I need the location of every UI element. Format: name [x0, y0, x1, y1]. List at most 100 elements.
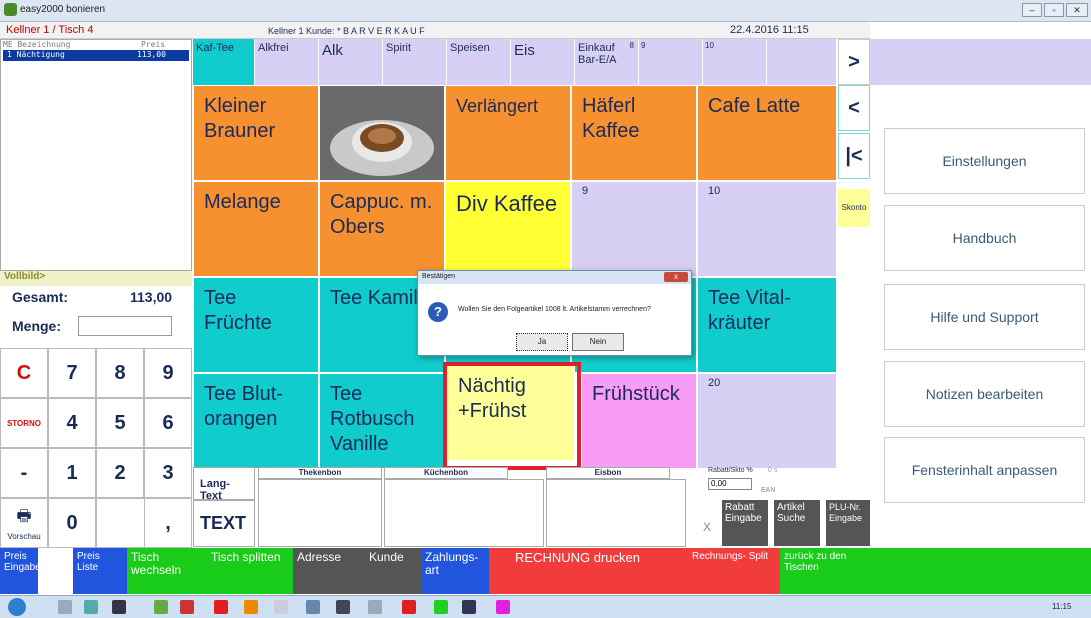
tile-tee-vitalkraeuter[interactable]: Tee Vital- kräuter: [697, 277, 837, 373]
minus-key[interactable]: -: [0, 448, 48, 498]
key-4[interactable]: 4: [48, 398, 96, 448]
tab-alkfrei[interactable]: Alkfrei: [255, 39, 319, 85]
zurueck-tischen-button[interactable]: zurück zu den Tischen: [780, 548, 870, 594]
artikel-suche-button[interactable]: Artikel Suche: [774, 500, 820, 546]
kunde-button[interactable]: Kunde: [365, 548, 421, 594]
maximize-icon[interactable]: ▫: [1044, 3, 1064, 17]
einstellungen-button[interactable]: Einstellungen: [884, 128, 1085, 194]
tile-10[interactable]: 10: [697, 181, 837, 277]
zahlungsart-button[interactable]: Zahlungs- art: [421, 548, 489, 594]
key-3[interactable]: 3: [144, 448, 192, 498]
app-icon-6[interactable]: [368, 600, 382, 614]
preis-eingabe-button[interactable]: Preis Eingabe: [0, 548, 41, 594]
tile-melange[interactable]: Melange: [193, 181, 319, 277]
key-0[interactable]: 0: [48, 498, 96, 548]
prev-page-button[interactable]: <: [838, 85, 870, 131]
handbuch-button[interactable]: Handbuch: [884, 205, 1085, 271]
app-icon-red[interactable]: [214, 600, 228, 614]
rabatt-input[interactable]: 0,00: [708, 478, 752, 490]
eisbon-box[interactable]: [546, 479, 686, 547]
dialog-close-icon[interactable]: x: [664, 272, 688, 282]
tab-blank[interactable]: [767, 39, 837, 85]
adresse-button[interactable]: Adresse: [293, 548, 365, 594]
key-7[interactable]: 7: [48, 348, 96, 398]
tile-cappuccino[interactable]: Cappuc. m. Obers: [319, 181, 445, 277]
tab-kaf-tee[interactable]: Kaf-Tee: [193, 39, 255, 85]
app-icon-5[interactable]: [336, 600, 350, 614]
tile-tee-fruechte[interactable]: Tee Früchte: [193, 277, 319, 373]
order-list[interactable]: ME Bezeichnung Preis 1 Nächtigung 113,00: [0, 39, 192, 271]
tab-spirit[interactable]: Spirit: [383, 39, 447, 85]
tile-20[interactable]: 20: [697, 373, 837, 469]
tile-tee-rotbusch[interactable]: Tee Rotbusch Vanille: [319, 373, 445, 469]
app-icon-4[interactable]: [306, 600, 320, 614]
tile-cafe-latte[interactable]: Cafe Latte: [697, 85, 837, 181]
key-5[interactable]: 5: [96, 398, 144, 448]
minimize-icon[interactable]: –: [1022, 3, 1042, 17]
hilfe-support-button[interactable]: Hilfe und Support: [884, 284, 1085, 350]
tisch-wechseln-button[interactable]: Tisch wechseln: [127, 548, 207, 594]
list-item[interactable]: 1 Nächtigung 113,00: [3, 50, 189, 61]
app-icon-red-2[interactable]: [402, 600, 416, 614]
thekenbon-box[interactable]: [258, 479, 382, 547]
tile-div-kaffee[interactable]: Div Kaffee: [445, 181, 571, 277]
dialog-ja-button[interactable]: Ja: [516, 333, 568, 351]
tile-coffee-image[interactable]: [319, 85, 445, 181]
lang-text-button[interactable]: Lang-Text: [193, 467, 255, 502]
app-icon-3[interactable]: [274, 600, 288, 614]
app-icon-7[interactable]: [462, 600, 476, 614]
tile-verlaengert[interactable]: Verlängert: [445, 85, 571, 181]
tab-9[interactable]: 9: [639, 39, 703, 85]
menge-input[interactable]: [78, 316, 172, 336]
app-icon-green[interactable]: [434, 600, 448, 614]
next-page-button[interactable]: >: [838, 39, 870, 85]
tab-einkauf[interactable]: Einkauf Bar-E/A 8: [575, 39, 639, 85]
key-1[interactable]: 1: [48, 448, 96, 498]
right-header-bar: [870, 39, 1091, 85]
first-page-button[interactable]: |<: [838, 133, 870, 179]
chrome-icon[interactable]: [244, 600, 258, 614]
tab-eis[interactable]: Eis: [511, 39, 575, 85]
tile-9[interactable]: 9: [571, 181, 697, 277]
tile-tee-blutorangen[interactable]: Tee Blut- orangen: [193, 373, 319, 469]
tab-speisen[interactable]: Speisen: [447, 39, 511, 85]
notizen-button[interactable]: Notizen bearbeiten: [884, 361, 1085, 427]
tile-fruehstueck[interactable]: Frühstück: [581, 373, 697, 469]
kuechenbon-box[interactable]: [384, 479, 544, 547]
start-button-icon[interactable]: [8, 598, 26, 616]
tisch-splitten-button[interactable]: Tisch splitten: [207, 548, 293, 594]
key-9[interactable]: 9: [144, 348, 192, 398]
window-title: easy2000 bonieren: [20, 4, 106, 15]
app-icon-2[interactable]: [180, 600, 194, 614]
tab-alk[interactable]: Alk: [319, 39, 383, 85]
dialog-nein-button[interactable]: Nein: [572, 333, 624, 351]
rechnungs-split-button[interactable]: Rechnungs- Split: [688, 548, 780, 594]
storno-key[interactable]: STORNO: [0, 398, 48, 448]
key-2[interactable]: 2: [96, 448, 144, 498]
preis-liste-button[interactable]: Preis Liste: [73, 548, 127, 594]
tile-haeferl-kaffee[interactable]: Häferl Kaffee: [571, 85, 697, 181]
comma-key[interactable]: ,: [144, 498, 192, 548]
taskbar-clock: 11:15: [1052, 602, 1072, 611]
clear-x-icon[interactable]: X: [703, 520, 711, 534]
vollbild-button[interactable]: Vollbild>: [0, 271, 192, 286]
clear-key[interactable]: C: [0, 348, 48, 398]
key-6[interactable]: 6: [144, 398, 192, 448]
text-button[interactable]: TEXT: [193, 500, 255, 547]
rechnung-drucken-button[interactable]: RECHNUNG drucken: [489, 548, 688, 594]
browser-icon[interactable]: [84, 600, 98, 614]
close-icon[interactable]: ✕: [1066, 3, 1088, 17]
app-icon-1[interactable]: [154, 600, 168, 614]
plu-eingabe-button[interactable]: PLU-Nr. Eingabe: [826, 500, 870, 546]
tile-kleiner-brauner[interactable]: Kleiner Brauner: [193, 85, 319, 181]
fensterinhalt-button[interactable]: Fensterinhalt anpassen: [884, 437, 1085, 503]
vorschau-button[interactable]: 🖶 Vorschau: [0, 498, 48, 548]
app-icon-magenta[interactable]: [496, 600, 510, 614]
rabatt-eingabe-button[interactable]: Rabatt Eingabe: [722, 500, 768, 546]
bluetooth-icon[interactable]: [112, 600, 126, 614]
thekenbon-header: Thekenbon: [258, 467, 382, 479]
explorer-icon[interactable]: [58, 600, 72, 614]
tab-10[interactable]: 10: [703, 39, 767, 85]
key-8[interactable]: 8: [96, 348, 144, 398]
skonto-button[interactable]: Skonto: [838, 189, 870, 227]
